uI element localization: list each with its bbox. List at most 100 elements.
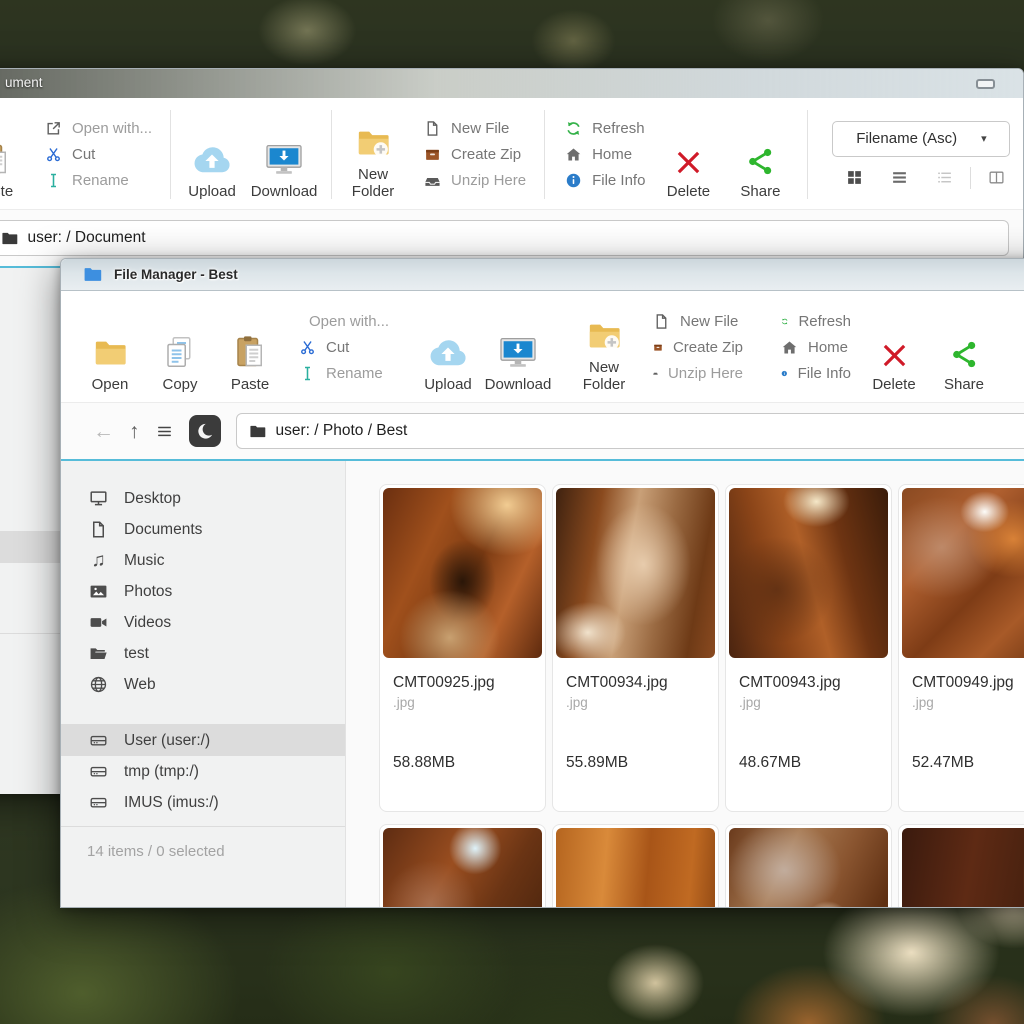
- window-titlebar[interactable]: File Manager - Best: [61, 259, 1024, 291]
- dual-pane-icon: [988, 169, 1005, 186]
- sidebar-item-videos[interactable]: Videos: [61, 607, 345, 638]
- window-folder-icon: [83, 265, 102, 284]
- view-separator: [970, 167, 971, 189]
- refresh-button[interactable]: Refresh: [565, 120, 645, 137]
- restore-window-button[interactable]: [976, 79, 995, 89]
- upload-cloud-icon: [425, 328, 471, 370]
- dark-mode-toggle[interactable]: [189, 415, 221, 447]
- refresh-button[interactable]: Refresh: [781, 313, 851, 330]
- sidebar-item-web[interactable]: Web: [61, 669, 345, 700]
- rename-button[interactable]: Rename: [299, 365, 389, 382]
- copy-icon: [162, 328, 198, 370]
- up-icon[interactable]: ↑: [129, 421, 140, 442]
- create-zip-button[interactable]: Create Zip: [424, 146, 526, 163]
- file-card[interactable]: CMT00934.jpg .jpg 55.89MB: [552, 484, 719, 812]
- document-icon: [89, 520, 108, 539]
- view-actions-group: Refresh Home File Info: [769, 301, 861, 394]
- unzip-tray-icon: [424, 172, 441, 189]
- paste-button[interactable]: Paste: [0, 108, 27, 201]
- menu-icon[interactable]: [155, 422, 174, 441]
- file-card-partial[interactable]: [725, 824, 892, 908]
- file-card-partial[interactable]: [898, 824, 1024, 908]
- info-icon: [781, 365, 788, 382]
- dual-pane-button[interactable]: [974, 169, 1019, 186]
- file-card-partial[interactable]: [552, 824, 719, 908]
- unzip-here-button[interactable]: Unzip Here: [424, 172, 526, 189]
- download-button[interactable]: Download: [251, 108, 317, 201]
- bg-toolbar: Open Copy Paste Open with... Cut Rename …: [0, 98, 1023, 210]
- file-name: CMT00925.jpg: [393, 674, 542, 692]
- file-thumbnail: [383, 488, 542, 658]
- new-folder-icon: [585, 311, 623, 353]
- rename-button[interactable]: Rename: [45, 172, 152, 189]
- paste-button[interactable]: Paste: [217, 301, 283, 394]
- open-with-button[interactable]: Open with...: [45, 120, 152, 137]
- desktop-icon: [89, 489, 108, 508]
- new-folder-icon: [354, 118, 392, 160]
- file-thumbnail: [729, 488, 888, 658]
- cut-button[interactable]: Cut: [299, 339, 389, 356]
- detail-view-button[interactable]: [922, 169, 967, 186]
- download-monitor-icon: [263, 135, 305, 177]
- new-file-button[interactable]: New File: [424, 120, 526, 137]
- unzip-here-button[interactable]: Unzip Here: [653, 365, 743, 382]
- sort-dropdown[interactable]: Filename (Asc) ▾: [832, 121, 1010, 157]
- file-name: CMT00943.jpg: [739, 674, 888, 692]
- sidebar-item-desktop[interactable]: Desktop: [61, 483, 345, 514]
- breadcrumb[interactable]: user: / Photo / Best: [236, 413, 1024, 449]
- refresh-icon: [781, 313, 788, 330]
- download-monitor-icon: [497, 328, 539, 370]
- sidebar-drive-tmp[interactable]: tmp (tmp:/): [61, 756, 345, 787]
- delete-button[interactable]: Delete: [861, 301, 927, 394]
- new-file-icon: [653, 313, 670, 330]
- folder-icon: [91, 328, 129, 370]
- new-file-button[interactable]: New File: [653, 313, 743, 330]
- share-button[interactable]: Share: [727, 108, 793, 201]
- copy-button[interactable]: Copy: [147, 301, 213, 394]
- toolbar-separator: [544, 110, 545, 199]
- list-view-button[interactable]: [877, 169, 922, 186]
- share-button[interactable]: Share: [931, 301, 997, 394]
- new-folder-button[interactable]: New Folder: [571, 301, 637, 394]
- file-card[interactable]: CMT00949.jpg .jpg 52.47MB: [898, 484, 1024, 812]
- sidebar-item-photos[interactable]: Photos: [61, 576, 345, 607]
- chevron-down-icon: ▾: [981, 132, 987, 145]
- home-button[interactable]: Home: [565, 146, 645, 163]
- file-ext: .jpg: [566, 695, 715, 710]
- sidebar-item-music[interactable]: ♫ Music: [61, 545, 345, 576]
- window-content: Desktop Documents ♫ Music Photos Videos …: [61, 461, 1024, 908]
- file-info-button[interactable]: File Info: [781, 365, 851, 382]
- home-icon: [781, 339, 798, 356]
- grid-view-button[interactable]: [832, 169, 877, 186]
- file-manager-window: File Manager - Best Open Copy Paste Open…: [60, 258, 1024, 908]
- bg-window-titlebar[interactable]: ument: [0, 69, 1023, 98]
- main-toolbar: Open Copy Paste Open with... Cut Rename …: [61, 291, 1024, 403]
- open-button[interactable]: Open: [77, 301, 143, 394]
- download-button[interactable]: Download: [485, 301, 551, 394]
- create-zip-button[interactable]: Create Zip: [653, 339, 743, 356]
- upload-button[interactable]: Upload: [415, 301, 481, 394]
- open-folder-icon: [89, 644, 108, 663]
- file-card[interactable]: CMT00943.jpg .jpg 48.67MB: [725, 484, 892, 812]
- file-name: CMT00949.jpg: [912, 674, 1024, 692]
- unzip-tray-icon: [653, 365, 658, 382]
- sidebar-item-test[interactable]: test: [61, 638, 345, 669]
- detail-view-icon: [936, 169, 953, 186]
- open-with-button[interactable]: Open with...: [299, 313, 389, 330]
- file-card[interactable]: CMT00925.jpg .jpg 58.88MB: [379, 484, 546, 812]
- sidebar-drive-user[interactable]: User (user:/): [61, 725, 345, 756]
- bg-window-title: ument: [5, 75, 43, 90]
- file-card-partial[interactable]: [379, 824, 546, 908]
- file-info-button[interactable]: File Info: [565, 172, 645, 189]
- cut-button[interactable]: Cut: [45, 146, 152, 163]
- upload-button[interactable]: Upload: [179, 108, 245, 201]
- new-folder-button[interactable]: New Folder: [340, 108, 406, 201]
- file-grid: CMT00925.jpg .jpg 58.88MB CMT00934.jpg .…: [346, 461, 1024, 908]
- home-button[interactable]: Home: [781, 339, 851, 356]
- sidebar-drive-imus[interactable]: IMUS (imus:/): [61, 787, 345, 818]
- file-thumbnail: [902, 828, 1024, 908]
- sidebar-item-documents[interactable]: Documents: [61, 514, 345, 545]
- back-icon[interactable]: ←: [93, 421, 114, 442]
- bg-breadcrumb[interactable]: user: / Document: [0, 220, 1009, 256]
- delete-button[interactable]: Delete: [655, 108, 721, 201]
